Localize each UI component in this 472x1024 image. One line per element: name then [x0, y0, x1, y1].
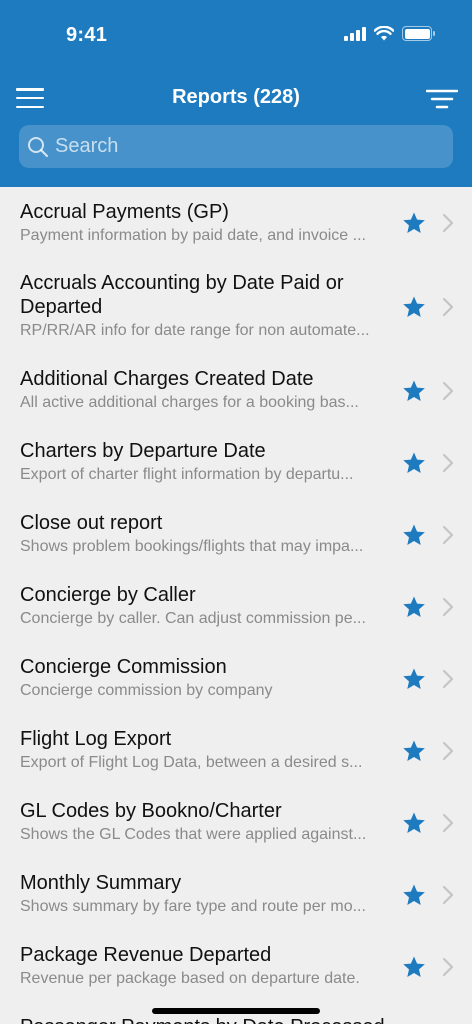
filter-icon[interactable]: [426, 88, 458, 110]
star-icon[interactable]: [402, 379, 426, 403]
star-icon[interactable]: [402, 811, 426, 835]
report-subtitle: Export of charter flight information by …: [20, 466, 354, 483]
list-item[interactable]: Flight Log Export Export of Flight Log D…: [0, 715, 472, 787]
report-title: Passenger Payments by Date Processed: [20, 1015, 392, 1024]
list-item[interactable]: Additional Charges Created Date All acti…: [0, 355, 472, 427]
home-indicator[interactable]: [152, 1008, 320, 1014]
chevron-right-icon: [442, 597, 454, 617]
report-title: Flight Log Export: [20, 728, 172, 750]
star-icon[interactable]: [402, 295, 426, 319]
search-icon: [28, 136, 49, 157]
report-subtitle: Concierge commission by company: [20, 682, 273, 699]
search-input[interactable]: [55, 135, 435, 158]
report-title: Close out report: [20, 512, 163, 534]
navigation-header: 9:41 Reports (228): [0, 0, 472, 187]
report-subtitle: Shows summary by fare type and route per…: [20, 898, 366, 915]
report-subtitle: Shows problem bookings/flights that may …: [20, 538, 364, 555]
star-icon[interactable]: [402, 211, 426, 235]
star-icon[interactable]: [402, 451, 426, 475]
report-title: Concierge by Caller: [20, 584, 196, 606]
list-item[interactable]: Concierge Commission Concierge commissio…: [0, 643, 472, 715]
list-item[interactable]: Accrual Payments (GP) Payment informatio…: [0, 187, 472, 259]
chevron-right-icon: [442, 813, 454, 833]
report-subtitle: Revenue per package based on departure d…: [20, 970, 360, 987]
report-title: Additional Charges Created Date: [20, 368, 314, 390]
chevron-right-icon: [442, 453, 454, 473]
report-title: Monthly Summary: [20, 872, 182, 894]
cellular-signal-icon: [344, 26, 366, 41]
star-icon[interactable]: [402, 595, 426, 619]
list-item[interactable]: Close out report Shows problem bookings/…: [0, 499, 472, 571]
report-subtitle: RP/RR/AR info for date range for non aut…: [20, 322, 370, 339]
status-time: 9:41: [66, 24, 108, 46]
chevron-right-icon: [442, 957, 454, 977]
chevron-right-icon: [442, 741, 454, 761]
report-subtitle: Shows the GL Codes that were applied aga…: [20, 826, 367, 843]
star-icon[interactable]: [402, 955, 426, 979]
list-item[interactable]: Package Revenue Departed Revenue per pac…: [0, 931, 472, 1003]
battery-icon: [402, 26, 435, 41]
chevron-right-icon: [442, 669, 454, 689]
chevron-right-icon: [442, 885, 454, 905]
star-icon[interactable]: [402, 523, 426, 547]
reports-list: Accrual Payments (GP) Payment informatio…: [0, 187, 472, 1024]
star-icon[interactable]: [402, 667, 426, 691]
status-icons: [344, 26, 435, 41]
report-title: Accruals Accounting by Date Paid or Depa…: [20, 272, 344, 318]
report-title: Concierge Commission: [20, 656, 227, 678]
chevron-right-icon: [442, 213, 454, 233]
star-icon[interactable]: [402, 739, 426, 763]
star-icon[interactable]: [402, 883, 426, 907]
report-title: Package Revenue Departed: [20, 944, 272, 966]
chevron-right-icon: [442, 525, 454, 545]
report-title: Charters by Departure Date: [20, 440, 266, 462]
report-subtitle: Payment information by paid date, and in…: [20, 227, 366, 244]
report-subtitle: Export of Flight Log Data, between a des…: [20, 754, 363, 771]
page-title: Reports (228): [172, 86, 300, 108]
report-subtitle: Concierge by caller. Can adjust commissi…: [20, 610, 366, 627]
list-item[interactable]: Charters by Departure Date Export of cha…: [0, 427, 472, 499]
search-bar[interactable]: [19, 125, 453, 168]
list-item[interactable]: Concierge by Caller Concierge by caller.…: [0, 571, 472, 643]
report-subtitle: All active additional charges for a book…: [20, 394, 359, 411]
list-item[interactable]: Accruals Accounting by Date Paid or Depa…: [0, 259, 472, 355]
report-title: Accrual Payments (GP): [20, 201, 229, 223]
wifi-icon: [374, 26, 394, 41]
list-item[interactable]: Monthly Summary Shows summary by fare ty…: [0, 859, 472, 931]
chevron-right-icon: [442, 297, 454, 317]
report-title: GL Codes by Bookno/Charter: [20, 800, 282, 822]
list-item[interactable]: GL Codes by Bookno/Charter Shows the GL …: [0, 787, 472, 859]
chevron-right-icon: [442, 381, 454, 401]
